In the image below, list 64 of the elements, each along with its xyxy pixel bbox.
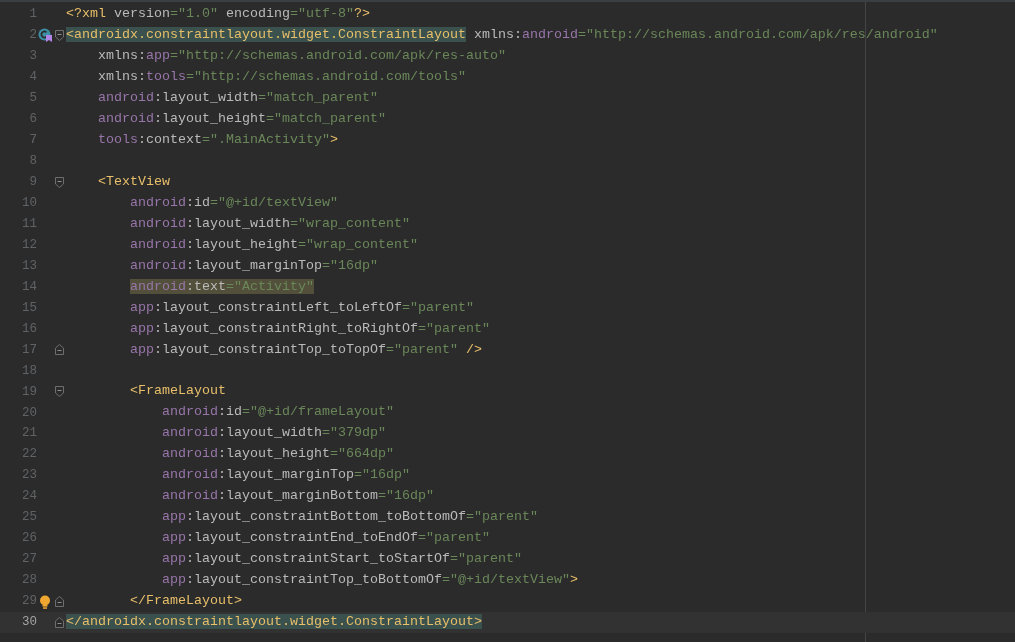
- line-number: 20: [21, 404, 37, 422]
- fold-icon[interactable]: [55, 344, 64, 356]
- code-line: android:layout_width="wrap_content": [129, 214, 410, 233]
- code-line: android:id="@+id/textView": [129, 193, 338, 212]
- code-line: <?xml version="1.0" encoding="utf-8"?>: [66, 5, 370, 23]
- code-line: android:layout_marginTop="16dp": [160, 466, 410, 485]
- line-number: 10: [21, 194, 37, 212]
- line-number: 23: [21, 467, 37, 485]
- fold-icon[interactable]: [55, 386, 64, 398]
- fold-icon[interactable]: [55, 29, 64, 41]
- line-number: 19: [21, 383, 37, 401]
- line-number: 3: [28, 48, 37, 66]
- code-line: android:id="@+id/frameLayout": [160, 403, 394, 422]
- line-number: 30: [21, 614, 37, 632]
- line-number: 6: [28, 110, 37, 128]
- line-number: 29: [21, 593, 37, 611]
- code-line: android:layout_height="wrap_content": [129, 235, 418, 254]
- code-line: </FrameLayout>: [129, 592, 242, 611]
- code-line: <FrameLayout: [129, 382, 226, 401]
- line-number: 1: [28, 6, 37, 24]
- line-number: 12: [21, 236, 37, 254]
- code-line: tools:context=".MainActivity">: [97, 130, 338, 149]
- line-number: 25: [21, 509, 37, 527]
- code-line: app:layout_constraintEnd_toEndOf="parent": [160, 529, 490, 548]
- line-number: 15: [21, 299, 37, 317]
- code-line: app:layout_constraintRight_toRightOf="parent": [129, 319, 490, 338]
- code-line: xmlns:tools="http://schemas.android.com/tools": [97, 67, 466, 86]
- code-line: app:layout_constraintBottom_toBottomOf="parent": [160, 508, 538, 527]
- line-number: 27: [21, 551, 37, 569]
- line-number: 8: [28, 152, 37, 170]
- code-line: android:layout_marginTop="16dp": [129, 256, 378, 275]
- line-number: 9: [28, 173, 37, 191]
- fold-icon[interactable]: [55, 596, 64, 608]
- fold-icon[interactable]: [55, 617, 64, 629]
- code-line: android:layout_width="379dp": [160, 424, 386, 443]
- code-line: <TextView: [97, 172, 170, 191]
- line-number: 18: [21, 362, 37, 380]
- code-line: app:layout_constraintLeft_toLeftOf="parent": [129, 298, 474, 317]
- class-gutter-icon[interactable]: [38, 28, 52, 43]
- line-number: 16: [21, 320, 37, 338]
- code-line: <androidx.constraintlayout.widget.ConstraintLayout xmlns:android="http://schemas.android.com/apk/res/android": [66, 25, 938, 44]
- line-number: 21: [21, 425, 37, 443]
- code-line: app:layout_constraintTop_toBottomOf="@+id/textView">: [160, 571, 578, 590]
- line-number: 24: [21, 488, 37, 506]
- code-line: android:layout_height="664dp": [160, 445, 394, 464]
- line-number: 5: [28, 90, 37, 107]
- line-number: 7: [28, 131, 37, 149]
- code-line: android:layout_width="match_parent": [97, 88, 378, 107]
- line-number: 26: [21, 530, 37, 548]
- code-line: android:layout_marginBottom="16dp": [160, 487, 434, 506]
- fold-icon[interactable]: [55, 176, 64, 188]
- code-line: app:layout_constraintStart_toStartOf="parent": [160, 550, 522, 569]
- code-line: app:layout_constraintTop_toTopOf="parent" />: [129, 340, 482, 359]
- line-number: 17: [21, 341, 37, 359]
- line-number: 14: [21, 278, 37, 296]
- code-line: xmlns:app="http://schemas.android.com/apk/res-auto": [97, 46, 506, 65]
- line-number: 4: [28, 69, 37, 86]
- code-line: android:layout_height="match_parent": [97, 109, 386, 128]
- line-number: 2: [28, 27, 37, 45]
- line-number: 11: [21, 215, 37, 233]
- line-number: 13: [21, 257, 37, 275]
- line-number: 22: [21, 446, 37, 464]
- line-number: 28: [21, 572, 37, 590]
- lightbulb-icon[interactable]: [39, 594, 51, 609]
